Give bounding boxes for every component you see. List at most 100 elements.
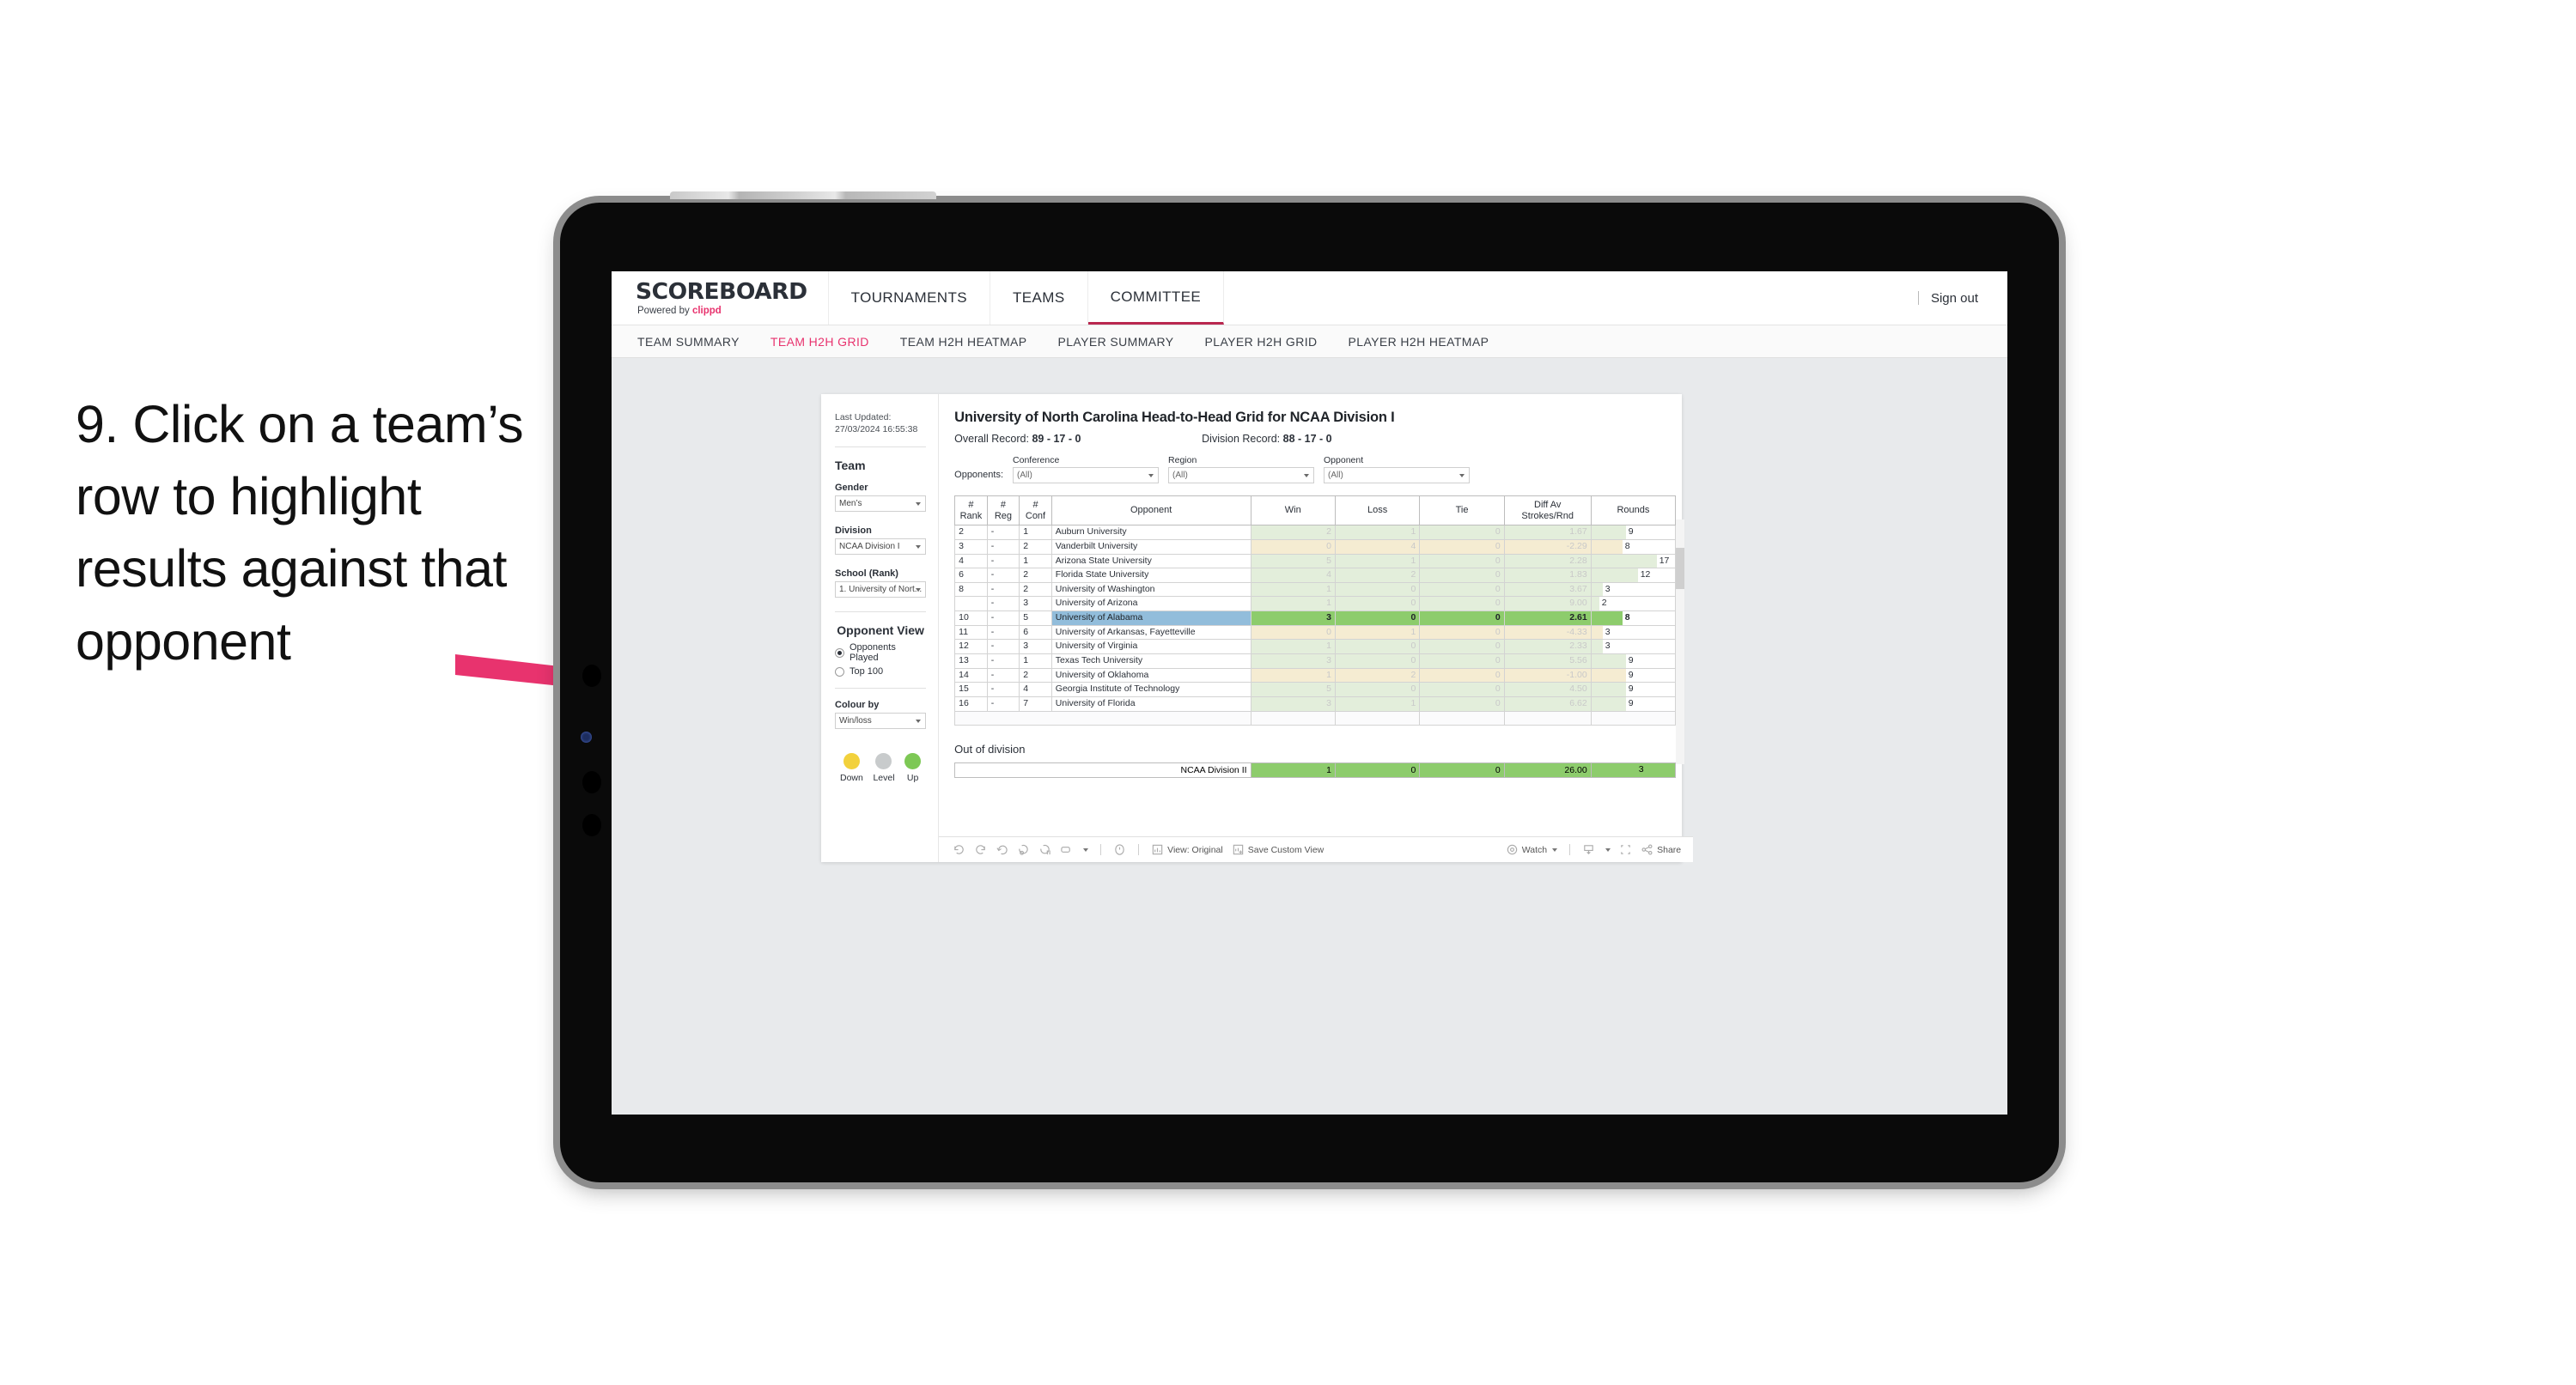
rounds-value: 9 xyxy=(1628,669,1634,680)
table-row[interactable]: 2-1 Auburn University 2 1 0 1.67 9 xyxy=(954,525,1677,540)
col-header-opponent[interactable]: Opponent xyxy=(1050,495,1251,526)
table-row[interactable]: 12-3 University of Virginia 1 0 0 2.33 3 xyxy=(954,639,1677,655)
radio-top-100[interactable]: Top 100 xyxy=(835,666,926,677)
watch-button[interactable]: Watch xyxy=(1506,843,1558,856)
school-rank-select[interactable]: 1. University of Nort... xyxy=(835,581,927,598)
cell-opponent[interactable]: Vanderbilt University xyxy=(1050,538,1251,555)
cell-opponent[interactable]: University of Virginia xyxy=(1050,639,1251,655)
cell-loss: 1 xyxy=(1334,553,1421,569)
cell-rounds: 8 xyxy=(1590,610,1677,626)
col-header-rounds[interactable]: Rounds xyxy=(1590,495,1677,526)
cell-diff: -2.29 xyxy=(1503,538,1592,555)
scrollbar-thumb[interactable] xyxy=(1676,548,1685,589)
col-header-tie[interactable]: Tie xyxy=(1419,495,1505,526)
table-row[interactable]: -3 University of Arizona 1 0 0 9.00 2 xyxy=(954,596,1677,612)
fullscreen-icon[interactable] xyxy=(1619,843,1632,856)
rounds-value: 2 xyxy=(1601,598,1607,609)
cell-opponent[interactable]: Florida State University xyxy=(1050,568,1251,583)
highlight-icon[interactable] xyxy=(1060,843,1073,856)
table-row[interactable]: 6-2 Florida State University 4 2 0 1.83 12 xyxy=(954,568,1677,583)
cell-opponent[interactable]: Texas Tech University xyxy=(1050,653,1251,669)
col-header-rank[interactable]: # Rank xyxy=(954,495,988,526)
cell-loss: 0 xyxy=(1334,682,1421,697)
save-custom-view-button[interactable]: Save Custom View xyxy=(1232,843,1324,856)
share-button[interactable]: Share xyxy=(1641,843,1681,856)
table-row[interactable]: 11-6 University of Arkansas, Fayetteville… xyxy=(954,624,1677,641)
undo-icon[interactable] xyxy=(953,843,965,856)
radio-opponents-played[interactable]: Opponents Played xyxy=(835,642,926,663)
cell-opponent[interactable]: University of Alabama xyxy=(1050,610,1251,626)
division-select[interactable]: NCAA Division I xyxy=(835,538,927,556)
subnav-item-team-summary[interactable]: TEAM SUMMARY xyxy=(637,335,740,349)
region-filter-select[interactable]: (All) xyxy=(1168,467,1315,483)
chevron-down-icon[interactable] xyxy=(1605,847,1611,852)
table-row[interactable]: 8-2 University of Washington 1 0 0 3.67 3 xyxy=(954,581,1677,598)
cell-tie: 0 xyxy=(1419,610,1505,626)
rounds-value: 3 xyxy=(1605,583,1611,594)
view-original-button[interactable]: View: Original xyxy=(1151,843,1223,856)
opponent-filter-select[interactable]: (All) xyxy=(1324,467,1471,483)
division-record: Division Record: 88 - 17 - 0 xyxy=(1202,433,1331,445)
col-header-reg[interactable]: # Reg xyxy=(986,495,1020,526)
revert-icon[interactable] xyxy=(996,843,1008,856)
redo-icon[interactable] xyxy=(974,843,987,856)
sign-out-link[interactable]: Sign out xyxy=(1931,291,1978,306)
cell-tie: 0 xyxy=(1419,682,1505,697)
subnav-item-team-h2h-heatmap[interactable]: TEAM H2H HEATMAP xyxy=(900,335,1027,349)
table-row[interactable]: 15-4 Georgia Institute of Technology 5 0 0 4.… xyxy=(954,682,1677,697)
cell-win: 3 xyxy=(1250,653,1336,669)
cell-opponent[interactable]: University of Florida xyxy=(1050,696,1251,712)
cell-loss: 1 xyxy=(1334,525,1421,540)
sub-nav-bar: TEAM SUMMARY TEAM H2H GRID TEAM H2H HEAT… xyxy=(612,325,2007,358)
cell-opponent[interactable]: University of Oklahoma xyxy=(1050,667,1251,683)
table-vertical-scrollbar[interactable] xyxy=(1676,519,1685,764)
colour-by-select[interactable]: Win/loss xyxy=(835,713,927,730)
division-select-value: NCAA Division I xyxy=(839,542,900,552)
col-header-win[interactable]: Win xyxy=(1250,495,1336,526)
cell-opponent[interactable]: Auburn University xyxy=(1050,525,1251,540)
col-header-diff[interactable]: Diff Av Strokes/Rnd xyxy=(1503,495,1592,526)
chevron-down-icon xyxy=(1459,473,1465,477)
filter-group-conference: Conference (All) xyxy=(1013,455,1160,483)
gender-select[interactable]: Men’s xyxy=(835,495,927,513)
radio-opponents-played-label: Opponents Played xyxy=(850,642,896,664)
subnav-item-player-summary[interactable]: PLAYER SUMMARY xyxy=(1058,335,1174,349)
cell-rank: 12 xyxy=(954,639,988,655)
h2h-header-row: # Rank # Reg # Conf Opponent Win Loss Tie Diff Av S… xyxy=(954,495,1677,526)
nav-tab-teams[interactable]: TEAMS xyxy=(990,271,1088,325)
rounds-bar xyxy=(1591,554,1657,568)
subnav-item-player-h2h-grid[interactable]: PLAYER H2H GRID xyxy=(1205,335,1318,349)
overall-record-value: 89 - 17 - 0 xyxy=(1032,433,1081,445)
pause-icon[interactable] xyxy=(1038,843,1051,856)
out-of-division-row[interactable]: NCAA Division II 1 0 0 26.00 3 xyxy=(954,762,1677,778)
table-row[interactable]: 14-2 University of Oklahoma 1 2 0 -1.00 9 xyxy=(954,667,1677,683)
cell-opponent[interactable]: University of Arkansas, Fayetteville xyxy=(1050,624,1251,641)
download-icon[interactable] xyxy=(1582,843,1595,856)
cell-loss: 0 xyxy=(1334,653,1421,669)
cell-conf: 2 xyxy=(1019,568,1052,583)
chevron-down-icon[interactable] xyxy=(1083,847,1089,852)
refresh-icon[interactable] xyxy=(1017,843,1030,856)
cell-tie: 0 xyxy=(1419,568,1505,583)
clock-icon[interactable] xyxy=(1113,843,1126,856)
cell-opponent[interactable]: University of Arizona xyxy=(1050,596,1251,612)
ood-cell-rounds: 3 xyxy=(1590,762,1677,778)
cell-opponent[interactable]: University of Washington xyxy=(1050,581,1251,598)
col-header-loss[interactable]: Loss xyxy=(1334,495,1421,526)
table-row[interactable]: 4-1 Arizona State University 5 1 0 2.28 17 xyxy=(954,553,1677,569)
region-filter-label: Region xyxy=(1168,455,1197,465)
col-header-conf[interactable]: # Conf xyxy=(1019,495,1052,526)
conference-filter-select[interactable]: (All) xyxy=(1013,467,1160,483)
table-row[interactable]: 3-2 Vanderbilt University 0 4 0 -2.29 8 xyxy=(954,538,1677,555)
app-logo[interactable]: SCOREBOARD Powered by clippd xyxy=(612,271,829,325)
subnav-item-player-h2h-heatmap[interactable]: PLAYER H2H HEATMAP xyxy=(1349,335,1489,349)
nav-tab-tournaments[interactable]: TOURNAMENTS xyxy=(829,271,991,325)
table-row[interactable]: 13-1 Texas Tech University 3 0 0 5.56 9 xyxy=(954,653,1677,669)
cell-opponent[interactable]: Arizona State University xyxy=(1050,553,1251,569)
nav-tab-committee[interactable]: COMMITTEE xyxy=(1087,271,1225,325)
subnav-item-team-h2h-grid[interactable]: TEAM H2H GRID xyxy=(770,335,869,349)
table-row[interactable]: 10-5 University of Alabama 3 0 0 2.61 8 xyxy=(954,610,1677,626)
cell-conf: 7 xyxy=(1019,696,1052,712)
cell-opponent[interactable]: Georgia Institute of Technology xyxy=(1050,682,1251,697)
table-row[interactable]: 16-7 University of Florida 3 1 0 6.62 9 xyxy=(954,696,1677,712)
